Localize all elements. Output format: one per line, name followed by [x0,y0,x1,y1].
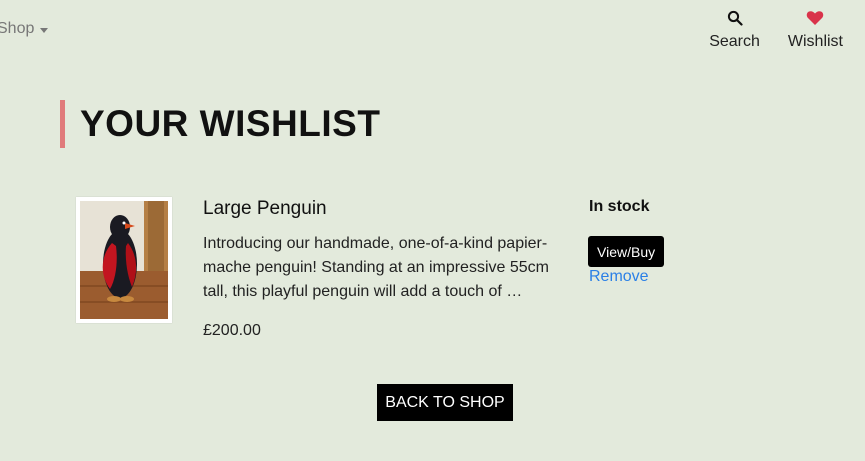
page-title-block: YOUR WISHLIST [60,100,380,148]
penguin-image [80,201,168,319]
search-icon [725,8,745,28]
back-to-shop-button[interactable]: BACK TO SHOP [377,384,513,421]
product-name[interactable]: Large Penguin [203,198,327,220]
nav-shop-dropdown[interactable]: Shop [0,20,49,38]
nav-search-label: Search [709,33,760,50]
heart-icon [805,8,825,28]
page-title: YOUR WISHLIST [80,103,381,144]
nav-shop-label: Shop [0,20,35,37]
nav-wishlist-label: Wishlist [787,33,843,50]
nav-search[interactable]: Search [709,8,760,51]
view-buy-button[interactable]: View/Buy [588,236,665,267]
nav-wishlist[interactable]: Wishlist [788,8,843,51]
stock-status: In stock [589,198,650,215]
product-image[interactable] [76,197,172,323]
product-price: £200.00 [203,322,261,339]
remove-link[interactable]: Remove [589,268,649,286]
nav-right: Search Wishlist [709,8,843,51]
caret-down-icon [40,27,49,33]
product-description: Introducing our handmade, one-of-a-kind … [203,235,549,300]
